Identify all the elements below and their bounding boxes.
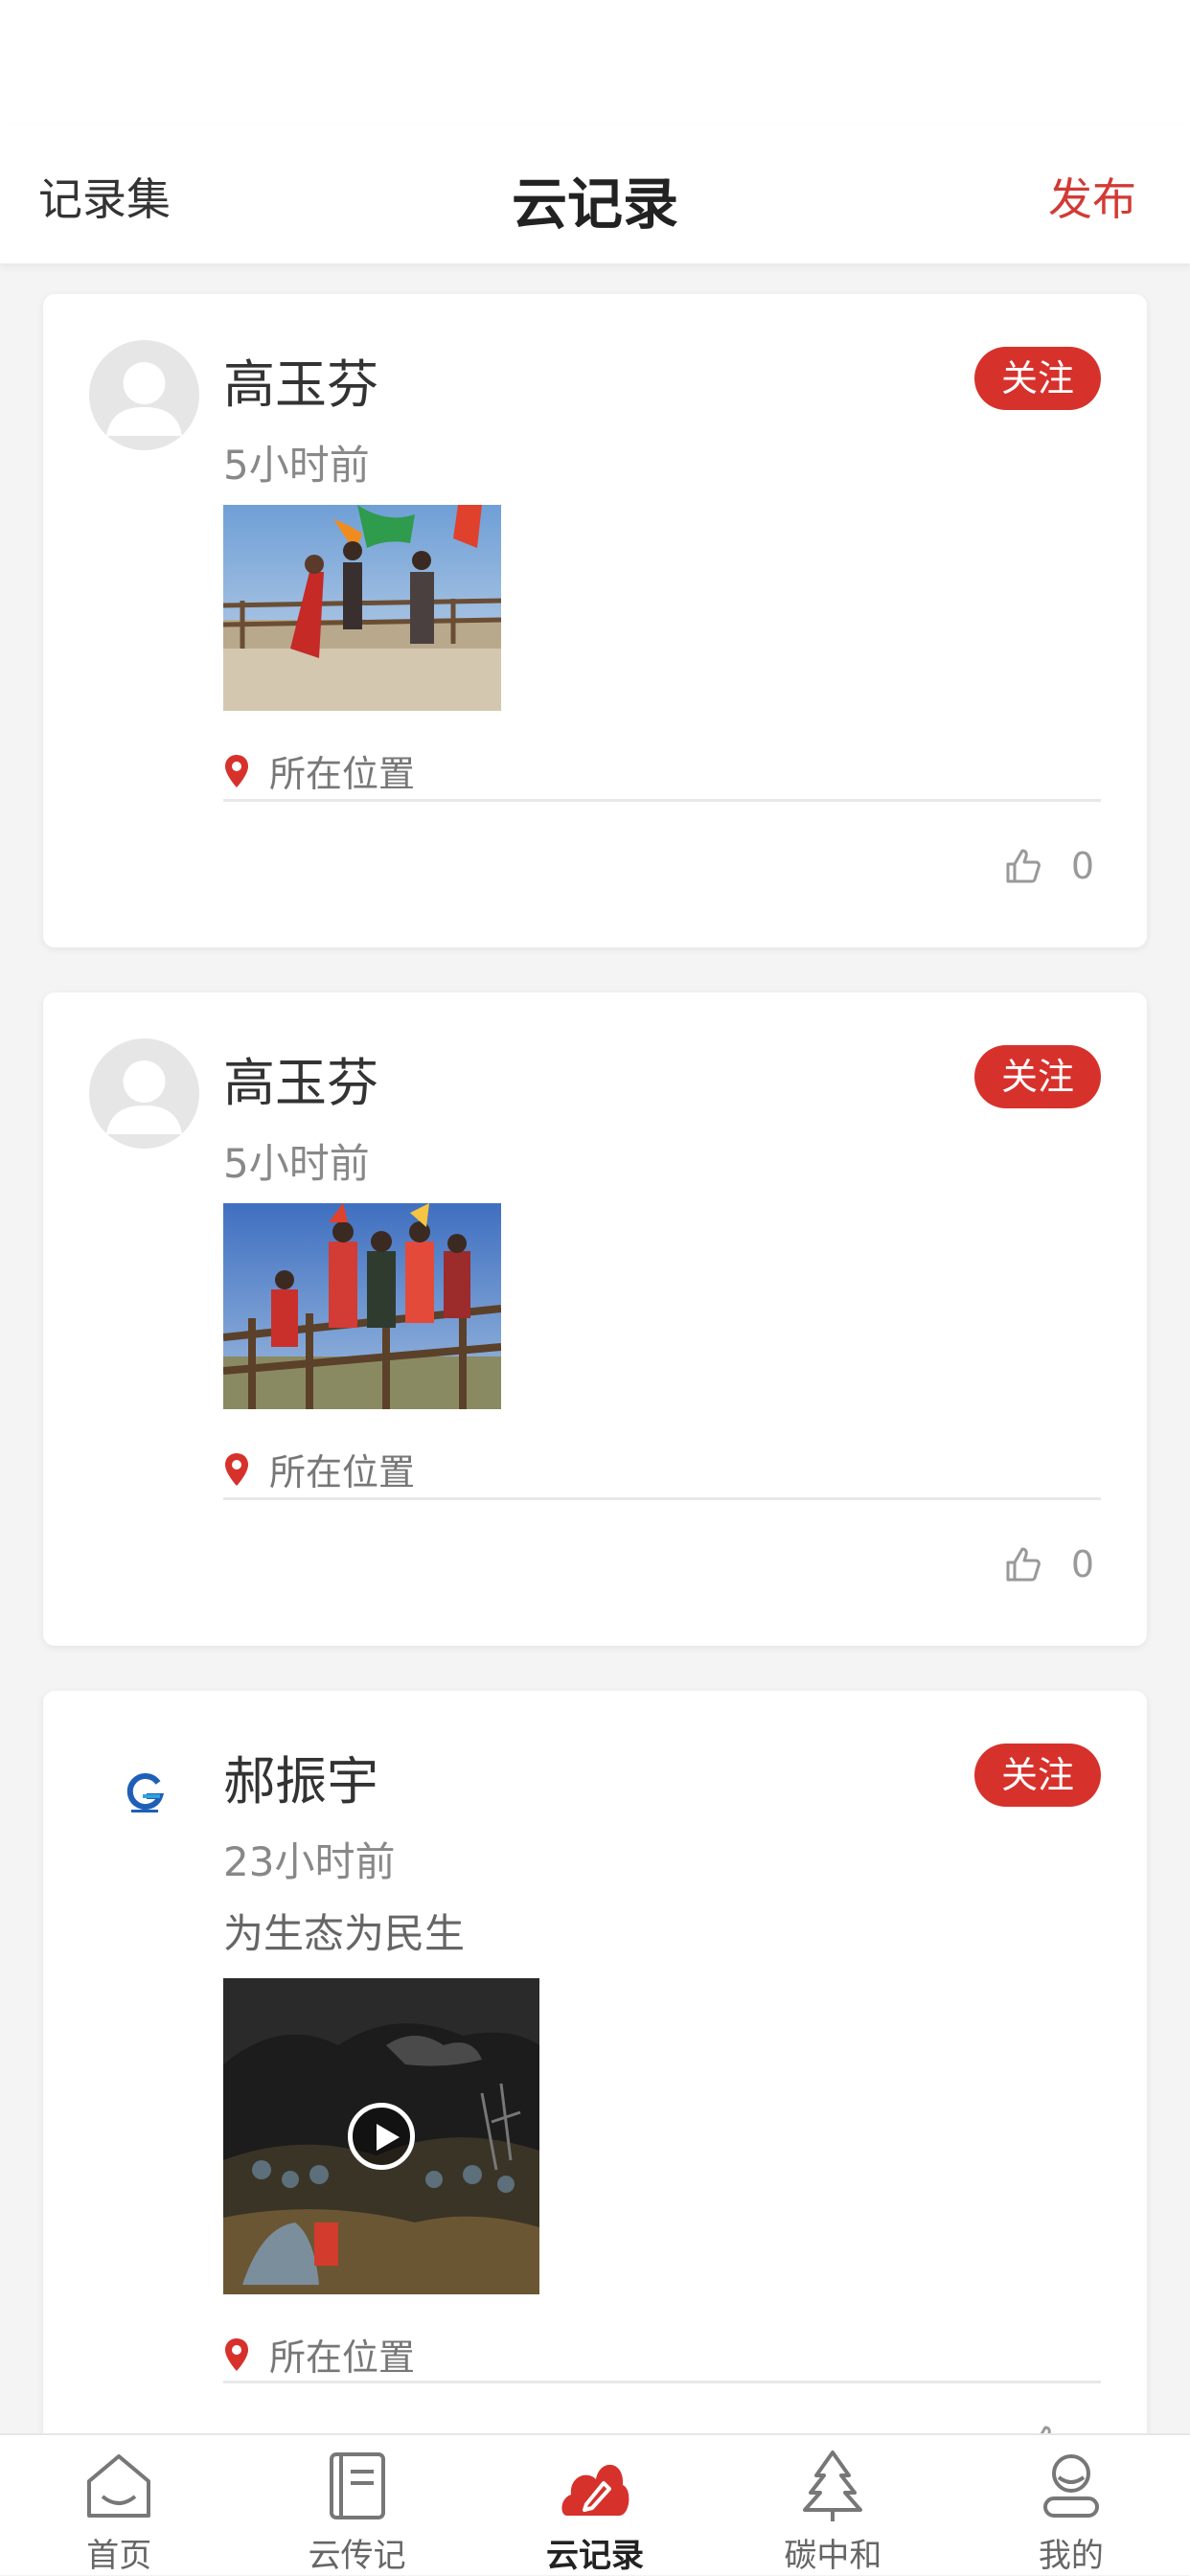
- tab-label: 首页: [86, 2537, 152, 2575]
- author-name[interactable]: 郝振宇: [223, 1739, 378, 1814]
- profile-icon: [1034, 2449, 1109, 2523]
- default-avatar-icon: [90, 1039, 198, 1148]
- status-bar: [0, 0, 1190, 125]
- like-count: 0: [1070, 1543, 1094, 1585]
- thumbs-up-icon: [1006, 1547, 1041, 1582]
- record-feed[interactable]: 高玉芬 关注 5小时前 所在位置 0 高玉芬 关注 5小时前 所在位置 0 郝振…: [0, 263, 1190, 2433]
- location-pin-icon: [225, 2337, 248, 2371]
- thumbs-up-icon: [1040, 2426, 1051, 2433]
- avatar[interactable]: [89, 1737, 199, 1847]
- cloud-record-icon: [558, 2449, 632, 2523]
- divider: [223, 1497, 1101, 1500]
- avatar[interactable]: [89, 1038, 199, 1149]
- location-text: 所在位置: [269, 753, 416, 795]
- book-icon: [320, 2449, 395, 2523]
- location-row[interactable]: 所在位置: [223, 744, 415, 797]
- location-text: 所在位置: [269, 1451, 416, 1493]
- default-avatar-icon: [90, 341, 198, 449]
- like-button[interactable]: 0: [1004, 1543, 1094, 1585]
- follow-button[interactable]: 关注: [974, 1744, 1101, 1807]
- play-button[interactable]: [348, 2103, 415, 2170]
- photo-image: [223, 505, 501, 711]
- post-time: 5小时前: [223, 1140, 370, 1187]
- thumbs-up-icon: [1006, 849, 1041, 883]
- navigation-bar: 记录集 云记录 发布: [0, 125, 1190, 263]
- record-collection-link[interactable]: 记录集: [38, 165, 171, 228]
- follow-button[interactable]: 关注: [974, 347, 1101, 410]
- tab-cloud-record[interactable]: 云记录: [476, 2435, 714, 2575]
- tree-icon: [795, 2449, 870, 2523]
- follow-button[interactable]: 关注: [974, 1045, 1101, 1108]
- divider: [223, 799, 1101, 802]
- brand-logo-icon: [126, 1772, 164, 1812]
- location-pin-icon: [225, 1452, 248, 1486]
- tab-label: 云记录: [546, 2537, 645, 2575]
- tab-home[interactable]: 首页: [0, 2435, 238, 2575]
- publish-button[interactable]: 发布: [1048, 165, 1136, 228]
- tab-carbon-neutral[interactable]: 碳中和: [714, 2435, 951, 2575]
- post-image[interactable]: [223, 1203, 501, 1409]
- location-text: 所在位置: [269, 2337, 416, 2379]
- post-time: 23小时前: [223, 1838, 396, 1885]
- post-video[interactable]: [223, 1978, 539, 2294]
- tab-biography[interactable]: 云传记: [238, 2435, 475, 2575]
- tab-label: 我的: [1038, 2537, 1104, 2575]
- post-time: 5小时前: [223, 442, 370, 489]
- location-pin-icon: [225, 754, 248, 787]
- like-button[interactable]: 0: [1004, 845, 1094, 887]
- page-title: 云记录: [511, 171, 678, 237]
- post-image[interactable]: [223, 505, 501, 711]
- author-name[interactable]: 高玉芬: [223, 1040, 378, 1116]
- photo-image: [223, 1203, 501, 1409]
- tab-label: 碳中和: [784, 2537, 882, 2575]
- home-icon: [81, 2449, 156, 2523]
- like-button[interactable]: [1027, 2424, 1094, 2433]
- location-row[interactable]: 所在位置: [223, 1443, 415, 1495]
- location-row[interactable]: 所在位置: [223, 2328, 415, 2381]
- divider: [223, 2381, 1101, 2383]
- post-card[interactable]: 高玉芬 关注 5小时前 所在位置 0: [43, 992, 1147, 1646]
- tab-label: 云传记: [308, 2537, 406, 2575]
- post-card[interactable]: 高玉芬 关注 5小时前 所在位置 0: [43, 294, 1147, 947]
- author-name[interactable]: 高玉芬: [223, 342, 378, 418]
- tab-mine[interactable]: 我的: [952, 2435, 1190, 2575]
- avatar[interactable]: [89, 340, 199, 450]
- bottom-tab-bar: 首页 云传记 云记录 碳中和 我的: [0, 2433, 1190, 2575]
- post-card[interactable]: 郝振宇 关注 23小时前 为生态为民生 所在位置: [43, 1691, 1147, 2433]
- like-count: 0: [1070, 845, 1094, 887]
- post-description: 为生态为民生: [223, 1910, 466, 1957]
